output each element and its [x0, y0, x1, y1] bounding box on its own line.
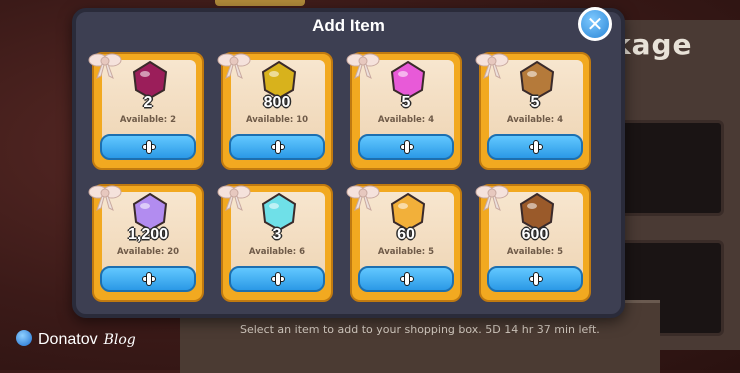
- add-item-button[interactable]: [358, 134, 454, 160]
- item-card[interactable]: 60 Available: 5: [346, 184, 462, 302]
- item-quantity: 600: [521, 226, 549, 243]
- item-quantity: 5: [530, 94, 540, 111]
- item-available: Available: 6: [248, 247, 306, 257]
- add-item-button[interactable]: [487, 266, 583, 292]
- modal-title: Add Item: [312, 16, 385, 35]
- item-quantity: 5: [401, 94, 411, 111]
- close-button[interactable]: ✕: [578, 7, 612, 41]
- watermark-logo-icon: [16, 330, 32, 346]
- item-card[interactable]: 2 Available: 2: [88, 52, 204, 170]
- item-quantity: 3: [272, 226, 282, 243]
- add-item-button[interactable]: [487, 134, 583, 160]
- item-card[interactable]: 800 Available: 10: [217, 52, 333, 170]
- item-card[interactable]: 3 Available: 6: [217, 184, 333, 302]
- item-available: Available: 5: [506, 247, 564, 257]
- item-available: Available: 2: [119, 115, 177, 125]
- item-card[interactable]: 600 Available: 5: [475, 184, 591, 302]
- item-card[interactable]: 5 Available: 4: [346, 52, 462, 170]
- item-quantity: 60: [397, 226, 415, 243]
- item-card[interactable]: 1,200 Available: 20: [88, 184, 204, 302]
- background-top-bar: [215, 0, 305, 6]
- item-card[interactable]: 5 Available: 4: [475, 52, 591, 170]
- add-item-button[interactable]: [100, 134, 196, 160]
- ribbon-bow-icon: [346, 53, 380, 80]
- ribbon-bow-icon: [475, 53, 509, 80]
- ribbon-bow-icon: [88, 53, 122, 80]
- ribbon-bow-icon: [217, 185, 251, 212]
- item-available: Available: 4: [377, 115, 435, 125]
- add-item-button[interactable]: [358, 266, 454, 292]
- item-available: Available: 10: [245, 115, 309, 125]
- watermark: Donatov Blog: [16, 330, 136, 349]
- add-item-button[interactable]: [229, 266, 325, 292]
- item-available: Available: 5: [377, 247, 435, 257]
- item-quantity: 800: [263, 94, 291, 111]
- add-item-modal: Add Item 2 Available: 2 800 Available: 10 5 A…: [72, 8, 625, 318]
- watermark-brand: Donatov: [38, 331, 98, 348]
- shopping-info-text: Select an item to add to your shopping b…: [240, 323, 600, 336]
- add-item-button[interactable]: [100, 266, 196, 292]
- item-quantity: 1,200: [127, 226, 169, 243]
- ribbon-bow-icon: [88, 185, 122, 212]
- item-quantity: 2: [143, 94, 153, 111]
- ribbon-bow-icon: [346, 185, 380, 212]
- background-slot: [608, 120, 724, 216]
- watermark-suffix: Blog: [103, 332, 136, 348]
- ribbon-bow-icon: [217, 53, 251, 80]
- add-item-button[interactable]: [229, 134, 325, 160]
- item-available: Available: 4: [506, 115, 564, 125]
- item-available: Available: 20: [116, 247, 180, 257]
- ribbon-bow-icon: [475, 185, 509, 212]
